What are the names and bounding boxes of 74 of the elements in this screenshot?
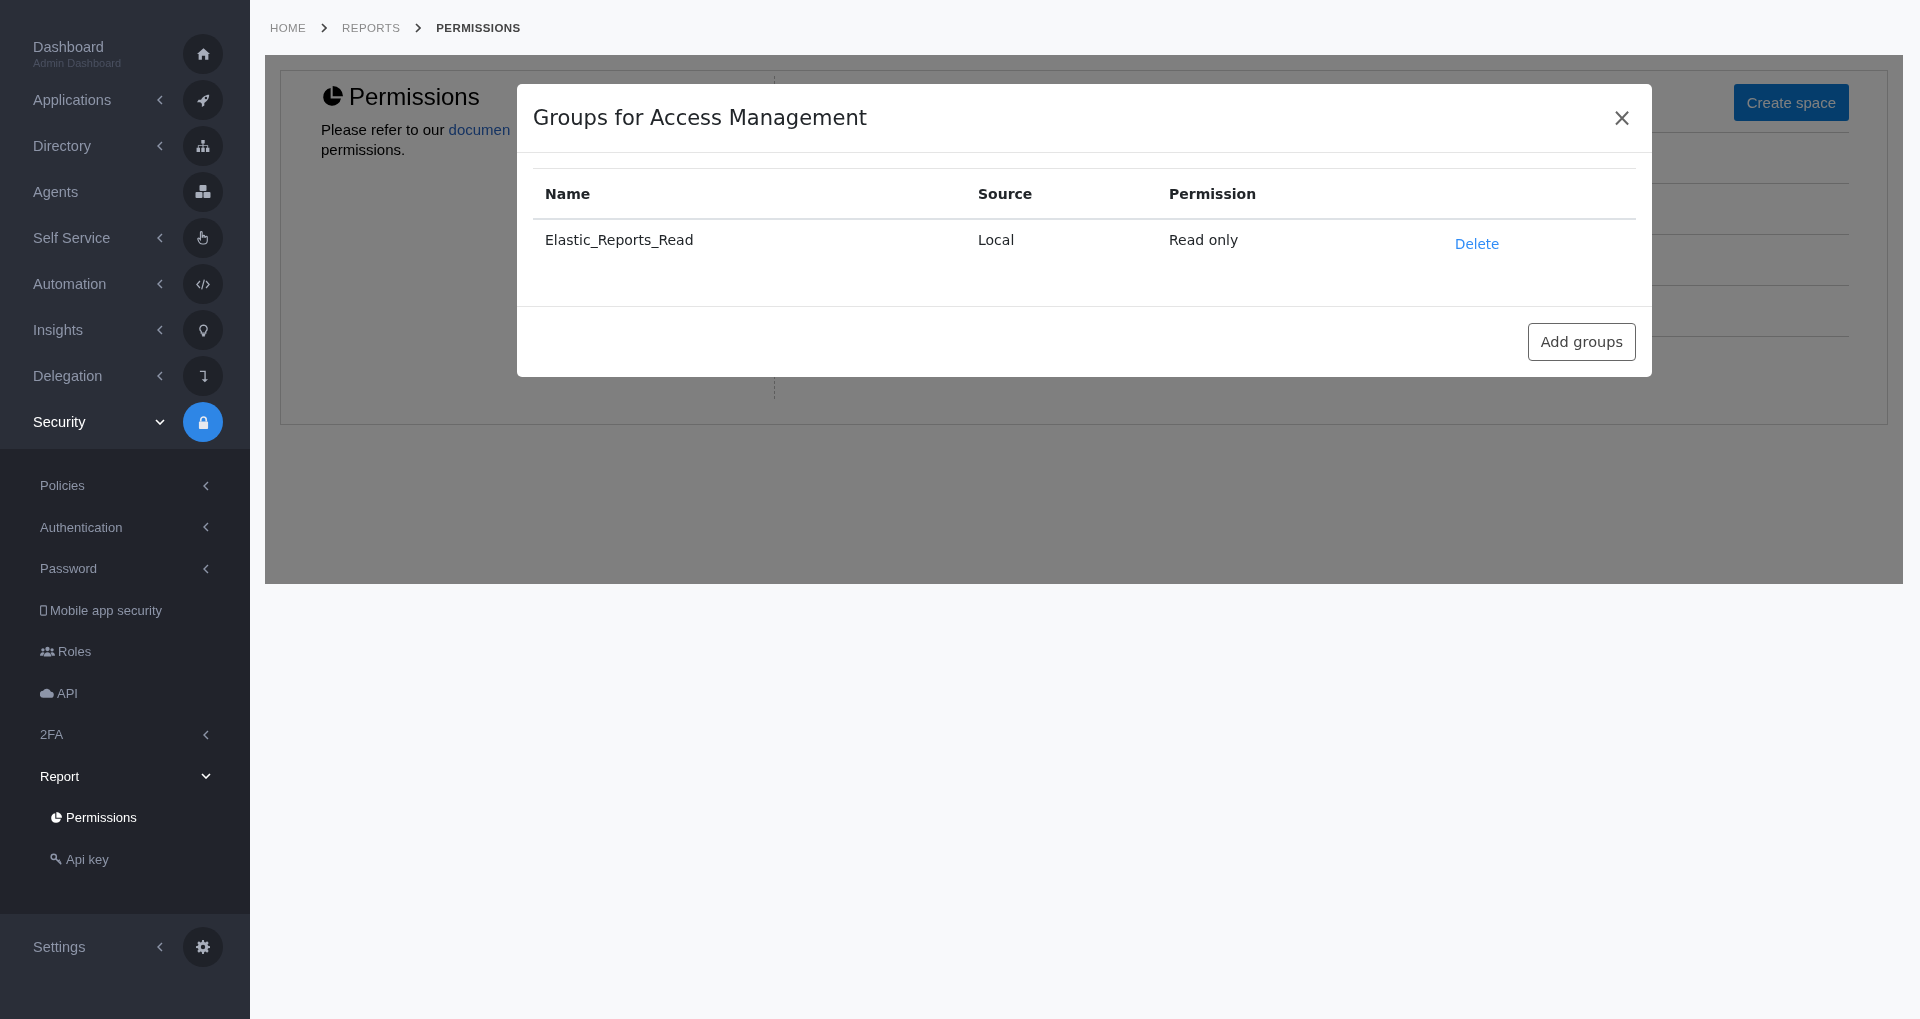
nav-item[interactable]: Directory bbox=[33, 138, 91, 154]
sitemap-icon bbox=[196, 140, 210, 152]
modal-title: Groups for Access Management bbox=[533, 106, 867, 130]
chevron-left-icon bbox=[203, 729, 209, 740]
chevron-left-icon bbox=[157, 233, 163, 243]
chevron-down-icon bbox=[201, 773, 211, 780]
column-header: Permission bbox=[1157, 168, 1443, 219]
column-header: Source bbox=[966, 168, 1157, 219]
mobile-phone-icon bbox=[40, 604, 47, 616]
submenu-item[interactable]: 2FA bbox=[40, 727, 64, 743]
icon-circle[interactable] bbox=[183, 34, 223, 74]
cubes-icon bbox=[195, 185, 211, 199]
icon-circle[interactable] bbox=[183, 80, 223, 120]
nav-item[interactable]: Insights bbox=[33, 322, 83, 338]
submenu-item[interactable]: Roles bbox=[40, 644, 92, 660]
users-icon bbox=[40, 646, 55, 658]
icon-circle[interactable] bbox=[183, 172, 223, 212]
submenu-item[interactable]: Report bbox=[40, 768, 80, 784]
column-header: Name bbox=[533, 168, 966, 219]
chevron-right-icon bbox=[321, 22, 328, 33]
table-cell: Elastic_Reports_Read bbox=[533, 219, 966, 276]
home-icon bbox=[196, 48, 210, 60]
submenu-item[interactable]: Mobile app security bbox=[40, 602, 162, 618]
intro-text: permissions. bbox=[321, 141, 407, 158]
cloud-icon bbox=[40, 688, 54, 699]
chevron-left-icon bbox=[203, 563, 209, 574]
close-button[interactable]: × bbox=[1607, 104, 1636, 132]
nav-item[interactable]: Applications bbox=[33, 92, 112, 108]
nav-item[interactable]: Agents bbox=[33, 184, 79, 200]
chevron-right-icon bbox=[415, 22, 422, 33]
chevron-left-icon bbox=[157, 141, 163, 151]
submenu-item[interactable]: Authentication bbox=[40, 519, 123, 535]
level-down-icon bbox=[198, 369, 208, 383]
create-space-button[interactable]: Create space bbox=[1733, 84, 1849, 121]
chevron-down-icon bbox=[155, 419, 165, 425]
chevron-left-icon bbox=[203, 522, 209, 533]
pie-chart-icon bbox=[321, 86, 343, 108]
settings-icon bbox=[196, 940, 210, 954]
chevron-left-icon bbox=[157, 325, 163, 335]
nav-item[interactable]: Settings bbox=[33, 939, 86, 955]
lightbulb-icon bbox=[198, 323, 208, 337]
pie-chart-icon bbox=[50, 811, 62, 824]
documentation-link[interactable]: documen bbox=[448, 121, 511, 138]
submenu-item[interactable]: Permissions bbox=[50, 810, 137, 826]
key-icon bbox=[50, 853, 62, 866]
page-title: Permissions bbox=[349, 83, 480, 111]
chevron-left-icon bbox=[157, 371, 163, 381]
nav-item[interactable]: Security bbox=[33, 414, 86, 430]
nav-item[interactable]: Dashboard bbox=[33, 39, 104, 55]
submenu-item[interactable]: Policies bbox=[40, 478, 85, 494]
submenu-item[interactable]: API bbox=[40, 685, 78, 701]
table-cell: Local bbox=[966, 219, 1157, 276]
table-cell: Read only bbox=[1157, 219, 1443, 276]
breadcrumb-item: PERMISSIONS bbox=[436, 21, 521, 34]
hand-pointer-icon bbox=[197, 231, 209, 245]
lock-icon bbox=[197, 415, 209, 429]
breadcrumb-item[interactable]: HOME bbox=[270, 21, 307, 34]
nav-item[interactable]: Delegation bbox=[33, 368, 103, 384]
nav-item[interactable]: Self Service bbox=[33, 230, 111, 246]
delete-link[interactable]: Delete bbox=[1455, 236, 1500, 252]
chevron-left-icon bbox=[157, 279, 163, 289]
breadcrumb-item[interactable]: REPORTS bbox=[342, 21, 401, 34]
chevron-left-icon bbox=[157, 95, 163, 105]
code-icon bbox=[196, 278, 210, 290]
submenu-item[interactable]: Api key bbox=[50, 851, 109, 867]
rocket-icon bbox=[196, 93, 210, 107]
chevron-left-icon bbox=[203, 480, 209, 491]
icon-circle[interactable] bbox=[183, 402, 223, 442]
icon-circle[interactable] bbox=[183, 927, 223, 967]
add-groups-button[interactable]: Add groups bbox=[1527, 323, 1636, 361]
icon-circle[interactable] bbox=[183, 126, 223, 166]
nav-item[interactable]: Automation bbox=[33, 276, 107, 292]
chevron-left-icon bbox=[157, 942, 163, 952]
submenu-item[interactable]: Password bbox=[40, 561, 98, 577]
